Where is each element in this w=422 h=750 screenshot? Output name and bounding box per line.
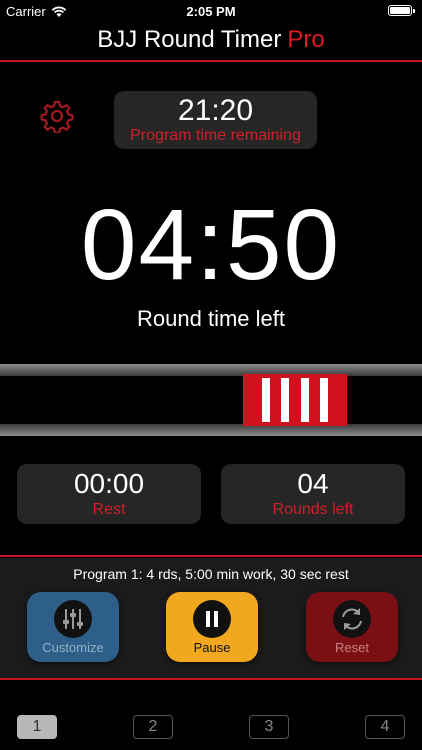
status-time: 2:05 PM (186, 4, 236, 19)
program-time-value: 21:20 (177, 94, 254, 127)
belt-stripe (281, 378, 290, 422)
program-time-panel: 21:20 Program time remaining (114, 91, 317, 149)
program-tab-1[interactable]: 1 (17, 715, 57, 739)
header-divider (0, 60, 422, 62)
gear-icon[interactable] (40, 99, 74, 133)
program-summary: Program 1: 4 rds, 5:00 min work, 30 sec … (73, 566, 349, 582)
round-time-value: 04:50 (80, 189, 342, 301)
panel-divider-bottom (0, 678, 422, 680)
program-tab-4[interactable]: 4 (365, 715, 405, 739)
panel-divider-top (0, 555, 422, 557)
rest-label: Rest (92, 501, 126, 518)
belt-edge-bottom (0, 424, 422, 436)
belt-edge-top (0, 364, 422, 376)
customize-button[interactable]: Customize (27, 592, 119, 662)
rest-value: 00:00 (73, 468, 145, 499)
program-time-label: Program time remaining (130, 127, 301, 144)
app-title: BJJ Round Timer Pro (0, 26, 422, 54)
status-bar: Carrier 2:05 PM (0, 0, 422, 22)
reset-button[interactable]: Reset (306, 592, 398, 662)
rest-panel: 00:00 Rest (17, 464, 201, 524)
pause-button[interactable]: Pause (166, 592, 258, 662)
belt-stripe (319, 378, 328, 422)
rounds-left-value: 04 (297, 468, 329, 499)
pause-label: Pause (193, 640, 231, 655)
app-title-text: BJJ Round Timer (97, 26, 282, 53)
reset-label: Reset (335, 640, 369, 655)
rounds-left-panel: 04 Rounds left (221, 464, 405, 524)
round-time-label: Round time left (137, 306, 285, 331)
reset-icon (333, 600, 371, 638)
sliders-icon (54, 600, 92, 638)
app-title-pro: Pro (287, 26, 325, 53)
program-tab-2[interactable]: 2 (133, 715, 173, 739)
belt (0, 376, 422, 424)
belt-stripe (262, 378, 271, 422)
rounds-left-label: Rounds left (272, 501, 354, 518)
belt-stripe (300, 378, 309, 422)
belt-bar (243, 374, 347, 426)
battery-icon (388, 5, 415, 16)
program-tab-3[interactable]: 3 (249, 715, 289, 739)
pause-icon (193, 600, 231, 638)
customize-label: Customize (42, 640, 104, 655)
